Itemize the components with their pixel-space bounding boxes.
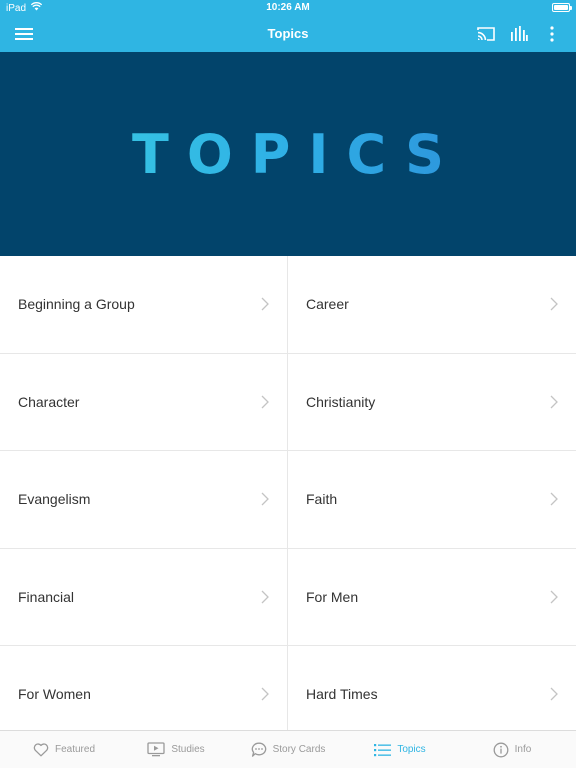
topic-cell[interactable]: For Women — [0, 646, 288, 730]
tab-bar: Featured Studies Story Cards Topics Info — [0, 730, 576, 768]
topic-label: Hard Times — [306, 686, 378, 703]
topic-cell[interactable]: For Men — [288, 549, 576, 646]
hero-title: TOPICS — [114, 123, 462, 186]
tab-label: Story Cards — [272, 744, 326, 755]
chevron-right-icon — [261, 297, 269, 311]
chat-bubble-icon — [251, 742, 266, 757]
status-time: 10:26 AM — [266, 2, 310, 13]
topic-label: Christianity — [306, 393, 376, 410]
chevron-right-icon — [550, 492, 558, 506]
topic-label: For Men — [306, 588, 359, 605]
play-screen-icon — [147, 742, 165, 757]
tab-studies[interactable]: Studies — [120, 731, 232, 768]
list-icon — [374, 743, 392, 756]
tab-label: Topics — [397, 744, 426, 755]
heart-icon — [33, 743, 49, 757]
topic-label: Career — [306, 296, 349, 313]
battery-icon — [552, 3, 572, 12]
tab-featured[interactable]: Featured — [8, 731, 120, 768]
topic-cell[interactable]: Evangelism — [0, 451, 288, 549]
status-bar: iPad 10:26 AM — [0, 0, 576, 16]
chevron-right-icon — [550, 395, 558, 409]
topic-cell[interactable]: Hard Times — [288, 646, 576, 730]
chevron-right-icon — [261, 687, 269, 701]
topic-label: Character — [18, 393, 80, 410]
chevron-right-icon — [550, 687, 558, 701]
topic-label: Financial — [18, 588, 75, 605]
tab-label: Featured — [54, 744, 96, 755]
more-vertical-icon[interactable] — [542, 24, 562, 44]
tab-label: Info — [514, 744, 532, 755]
chevron-right-icon — [550, 590, 558, 604]
topic-label: Evangelism — [18, 491, 91, 508]
topic-cell[interactable]: Faith — [288, 451, 576, 549]
chevron-right-icon — [550, 297, 558, 311]
cast-icon[interactable] — [476, 24, 496, 44]
topic-cell[interactable]: Character — [0, 353, 288, 451]
chevron-right-icon — [261, 492, 269, 506]
topic-cell[interactable]: Career — [288, 256, 576, 354]
topic-cell[interactable]: Christianity — [288, 354, 576, 451]
tab-label: Studies — [171, 744, 205, 755]
topic-label: For Women — [18, 686, 91, 703]
nav-bar: Topics — [0, 16, 576, 52]
info-icon — [493, 742, 509, 757]
topics-grid: Beginning a Group Career Character Chris… — [0, 256, 576, 730]
topic-cell[interactable]: Beginning a Group — [0, 256, 288, 354]
topic-cell[interactable]: Financial — [0, 548, 288, 646]
tab-info[interactable]: Info — [456, 731, 568, 768]
chevron-right-icon — [261, 590, 269, 604]
tab-topics[interactable]: Topics — [344, 731, 456, 768]
hero-banner: TOPICS — [0, 52, 576, 256]
chevron-right-icon — [261, 395, 269, 409]
topic-label: Beginning a Group — [18, 296, 135, 313]
topic-label: Faith — [306, 491, 338, 508]
tab-story-cards[interactable]: Story Cards — [232, 731, 344, 768]
audio-bars-icon[interactable] — [509, 24, 529, 44]
